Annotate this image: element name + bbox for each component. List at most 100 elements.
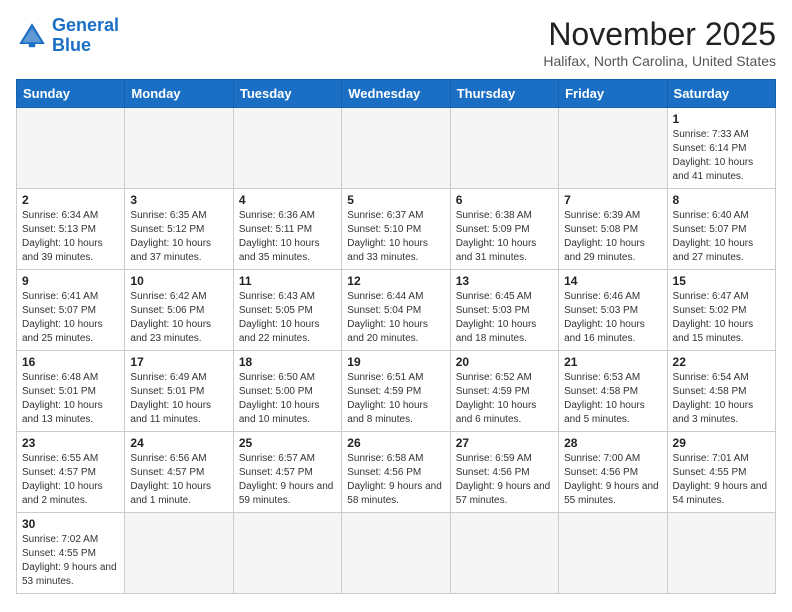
day-cell-24: 24 Sunrise: 6:56 AM Sunset: 4:57 PM Dayli… [125, 432, 233, 513]
day-number: 16 [22, 355, 119, 369]
day-number: 12 [347, 274, 444, 288]
day-info: Sunrise: 6:51 AM Sunset: 4:59 PM Dayligh… [347, 371, 444, 427]
day-number: 10 [130, 274, 227, 288]
day-info: Sunrise: 6:56 AM Sunset: 4:57 PM Dayligh… [130, 452, 227, 508]
day-cell-23: 23Sunrise: 6:55 AM Sunset: 4:57 PM Dayli… [17, 432, 125, 513]
day-info: Sunrise: 6:58 AM Sunset: 4:56 PM Dayligh… [347, 452, 444, 508]
day-cell-8: 8Sunrise: 6:40 AM Sunset: 5:07 PM Daylig… [667, 189, 775, 270]
day-info: Sunrise: 6:59 AM Sunset: 4:56 PM Dayligh… [456, 452, 553, 508]
day-cell-30: 30 Sunrise: 7:02 AM Sunset: 4:55 PM Dayli… [17, 513, 125, 594]
weekday-header-sunday: Sunday [17, 80, 125, 108]
day-number: 18 [239, 355, 336, 369]
day-cell-17: 17Sunrise: 6:49 AM Sunset: 5:01 PM Dayli… [125, 351, 233, 432]
empty-cell [342, 108, 450, 189]
month-title: November 2025 [543, 16, 776, 53]
day-info: Sunrise: 6:42 AM Sunset: 5:06 PM Dayligh… [130, 290, 227, 346]
day-cell-6: 6 Sunrise: 6:38 AM Sunset: 5:09 PM Daylig… [450, 189, 558, 270]
day-cell-19: 19Sunrise: 6:51 AM Sunset: 4:59 PM Dayli… [342, 351, 450, 432]
day-cell-1: 1 Sunrise: 7:33 AM Sunset: 6:14 PM Daylig… [667, 108, 775, 189]
day-number: 5 [347, 193, 444, 207]
day-info: Sunrise: 6:48 AM Sunset: 5:01 PM Dayligh… [22, 371, 119, 427]
empty-cell [559, 513, 667, 594]
logo-text: GeneralBlue [52, 16, 119, 56]
weekday-header-thursday: Thursday [450, 80, 558, 108]
day-cell-14: 14 Sunrise: 6:46 AM Sunset: 5:03 PM Dayli… [559, 270, 667, 351]
day-number: 26 [347, 436, 444, 450]
day-number: 15 [673, 274, 770, 288]
logo-icon [16, 20, 48, 52]
calendar-row-4: 16 Sunrise: 6:48 AM Sunset: 5:01 PM Dayli… [17, 351, 776, 432]
day-info: Sunrise: 6:44 AM Sunset: 5:04 PM Dayligh… [347, 290, 444, 346]
day-cell-15: 15 Sunrise: 6:47 AM Sunset: 5:02 PM Dayli… [667, 270, 775, 351]
day-info: Sunrise: 6:46 AM Sunset: 5:03 PM Dayligh… [564, 290, 661, 346]
day-cell-22: 22Sunrise: 6:54 AM Sunset: 4:58 PM Dayli… [667, 351, 775, 432]
day-number: 25 [239, 436, 336, 450]
day-info: Sunrise: 6:38 AM Sunset: 5:09 PM Dayligh… [456, 209, 553, 265]
day-info: Sunrise: 6:35 AM Sunset: 5:12 PM Dayligh… [130, 209, 227, 265]
day-cell-25: 25 Sunrise: 6:57 AM Sunset: 4:57 PM Dayli… [233, 432, 341, 513]
day-cell-9: 9 Sunrise: 6:41 AM Sunset: 5:07 PM Daylig… [17, 270, 125, 351]
day-info: Sunrise: 6:57 AM Sunset: 4:57 PM Dayligh… [239, 452, 336, 508]
day-info: Sunrise: 6:37 AM Sunset: 5:10 PM Dayligh… [347, 209, 444, 265]
empty-cell [559, 108, 667, 189]
day-number: 3 [130, 193, 227, 207]
day-cell-12: 12 Sunrise: 6:44 AM Sunset: 5:04 PM Dayli… [342, 270, 450, 351]
day-number: 24 [130, 436, 227, 450]
empty-cell [667, 513, 775, 594]
day-cell-7: 7 Sunrise: 6:39 AM Sunset: 5:08 PM Daylig… [559, 189, 667, 270]
title-area: November 2025 Halifax, North Carolina, U… [543, 16, 776, 69]
header: GeneralBlue November 2025 Halifax, North… [16, 16, 776, 69]
day-number: 28 [564, 436, 661, 450]
day-info: Sunrise: 6:34 AM Sunset: 5:13 PM Dayligh… [22, 209, 119, 265]
day-number: 14 [564, 274, 661, 288]
day-number: 30 [22, 517, 119, 531]
day-info: Sunrise: 6:53 AM Sunset: 4:58 PM Dayligh… [564, 371, 661, 427]
day-number: 23 [22, 436, 119, 450]
day-info: Sunrise: 7:01 AM Sunset: 4:55 PM Dayligh… [673, 452, 770, 508]
day-info: Sunrise: 6:41 AM Sunset: 5:07 PM Dayligh… [22, 290, 119, 346]
day-cell-2: 2 Sunrise: 6:34 AM Sunset: 5:13 PM Daylig… [17, 189, 125, 270]
calendar-row-5: 23Sunrise: 6:55 AM Sunset: 4:57 PM Dayli… [17, 432, 776, 513]
day-number: 1 [673, 112, 770, 126]
day-cell-21: 21 Sunrise: 6:53 AM Sunset: 4:58 PM Dayli… [559, 351, 667, 432]
calendar-row-2: 2 Sunrise: 6:34 AM Sunset: 5:13 PM Daylig… [17, 189, 776, 270]
weekday-header-friday: Friday [559, 80, 667, 108]
day-info: Sunrise: 6:45 AM Sunset: 5:03 PM Dayligh… [456, 290, 553, 346]
day-number: 7 [564, 193, 661, 207]
day-number: 6 [456, 193, 553, 207]
weekday-header-tuesday: Tuesday [233, 80, 341, 108]
day-cell-26: 26 Sunrise: 6:58 AM Sunset: 4:56 PM Dayli… [342, 432, 450, 513]
day-info: Sunrise: 6:36 AM Sunset: 5:11 PM Dayligh… [239, 209, 336, 265]
empty-cell [450, 108, 558, 189]
calendar-row-3: 9 Sunrise: 6:41 AM Sunset: 5:07 PM Daylig… [17, 270, 776, 351]
day-info: Sunrise: 6:52 AM Sunset: 4:59 PM Dayligh… [456, 371, 553, 427]
empty-cell [125, 108, 233, 189]
weekday-header-wednesday: Wednesday [342, 80, 450, 108]
day-number: 29 [673, 436, 770, 450]
location-title: Halifax, North Carolina, United States [543, 53, 776, 69]
day-info: Sunrise: 7:33 AM Sunset: 6:14 PM Dayligh… [673, 128, 770, 184]
day-cell-10: 10 Sunrise: 6:42 AM Sunset: 5:06 PM Dayli… [125, 270, 233, 351]
empty-cell [125, 513, 233, 594]
day-info: Sunrise: 7:02 AM Sunset: 4:55 PM Dayligh… [22, 533, 119, 589]
day-number: 21 [564, 355, 661, 369]
calendar-row-1: 1 Sunrise: 7:33 AM Sunset: 6:14 PM Daylig… [17, 108, 776, 189]
day-number: 20 [456, 355, 553, 369]
logo: GeneralBlue [16, 16, 119, 56]
day-cell-27: 27Sunrise: 6:59 AM Sunset: 4:56 PM Dayli… [450, 432, 558, 513]
day-info: Sunrise: 6:39 AM Sunset: 5:08 PM Dayligh… [564, 209, 661, 265]
day-info: Sunrise: 7:00 AM Sunset: 4:56 PM Dayligh… [564, 452, 661, 508]
day-number: 17 [130, 355, 227, 369]
day-number: 9 [22, 274, 119, 288]
day-number: 11 [239, 274, 336, 288]
weekday-header-saturday: Saturday [667, 80, 775, 108]
day-number: 8 [673, 193, 770, 207]
day-cell-20: 20 Sunrise: 6:52 AM Sunset: 4:59 PM Dayli… [450, 351, 558, 432]
day-info: Sunrise: 6:47 AM Sunset: 5:02 PM Dayligh… [673, 290, 770, 346]
calendar-table: SundayMondayTuesdayWednesdayThursdayFrid… [16, 79, 776, 594]
day-number: 2 [22, 193, 119, 207]
day-cell-4: 4Sunrise: 6:36 AM Sunset: 5:11 PM Daylig… [233, 189, 341, 270]
day-cell-5: 5 Sunrise: 6:37 AM Sunset: 5:10 PM Daylig… [342, 189, 450, 270]
day-cell-3: 3 Sunrise: 6:35 AM Sunset: 5:12 PM Daylig… [125, 189, 233, 270]
weekday-header-row: SundayMondayTuesdayWednesdayThursdayFrid… [17, 80, 776, 108]
